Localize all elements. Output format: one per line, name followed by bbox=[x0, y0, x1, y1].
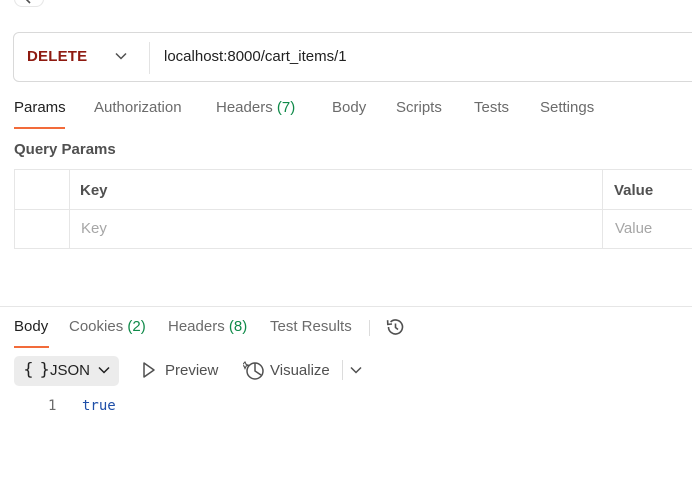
visualize-button[interactable]: Visualize bbox=[270, 362, 330, 379]
active-tab-indicator bbox=[14, 127, 65, 129]
tab-authorization[interactable]: Authorization bbox=[94, 99, 182, 116]
chevron-left-icon bbox=[25, 0, 31, 4]
braces-icon: { } bbox=[23, 360, 51, 380]
tab-response-body[interactable]: Body bbox=[14, 318, 48, 335]
tab-body[interactable]: Body bbox=[332, 99, 366, 116]
active-response-tab-indicator bbox=[14, 346, 49, 348]
history-icon[interactable] bbox=[384, 316, 406, 338]
request-url-bar: DELETE localhost:8000/cart_items/1 bbox=[13, 32, 692, 82]
tab-headers[interactable]: Headers (7) bbox=[216, 99, 295, 116]
table-col-divider bbox=[69, 170, 70, 248]
pane-divider[interactable] bbox=[0, 306, 692, 307]
tab-settings[interactable]: Settings bbox=[540, 99, 594, 116]
play-icon bbox=[143, 362, 155, 378]
table-row-divider bbox=[15, 209, 692, 210]
query-params-table: Key Value Key Value bbox=[14, 169, 692, 249]
query-params-title: Query Params bbox=[14, 141, 116, 158]
table-col-divider bbox=[602, 170, 603, 248]
tab-test-results[interactable]: Test Results bbox=[270, 318, 352, 335]
param-key-input[interactable]: Key bbox=[81, 220, 107, 237]
breadcrumb bbox=[14, 0, 274, 8]
line-number: 1 bbox=[48, 398, 57, 414]
format-label: JSON bbox=[50, 362, 91, 379]
param-value-input[interactable]: Value bbox=[615, 220, 652, 237]
tab-response-headers[interactable]: Headers (8) bbox=[168, 318, 247, 335]
tab-tests[interactable]: Tests bbox=[474, 99, 509, 116]
chevron-down-icon[interactable] bbox=[350, 366, 362, 374]
column-header-value: Value bbox=[614, 182, 654, 199]
method-selector[interactable]: DELETE bbox=[27, 48, 87, 65]
chevron-down-icon[interactable] bbox=[115, 52, 127, 60]
visualize-icon bbox=[243, 361, 264, 380]
column-header-key: Key bbox=[80, 182, 108, 199]
json-value: true bbox=[82, 398, 116, 414]
url-input[interactable]: localhost:8000/cart_items/1 bbox=[164, 48, 347, 65]
back-button[interactable] bbox=[14, 0, 44, 7]
url-divider bbox=[149, 42, 150, 74]
tab-cookies[interactable]: Cookies (2) bbox=[69, 318, 146, 335]
tab-separator bbox=[369, 320, 370, 336]
preview-button[interactable]: Preview bbox=[165, 362, 218, 379]
tab-params[interactable]: Params bbox=[14, 99, 66, 116]
toolbar-separator bbox=[342, 360, 343, 380]
format-dropdown[interactable]: { } JSON bbox=[14, 356, 119, 386]
chevron-down-icon bbox=[98, 366, 110, 374]
tab-scripts[interactable]: Scripts bbox=[396, 99, 442, 116]
